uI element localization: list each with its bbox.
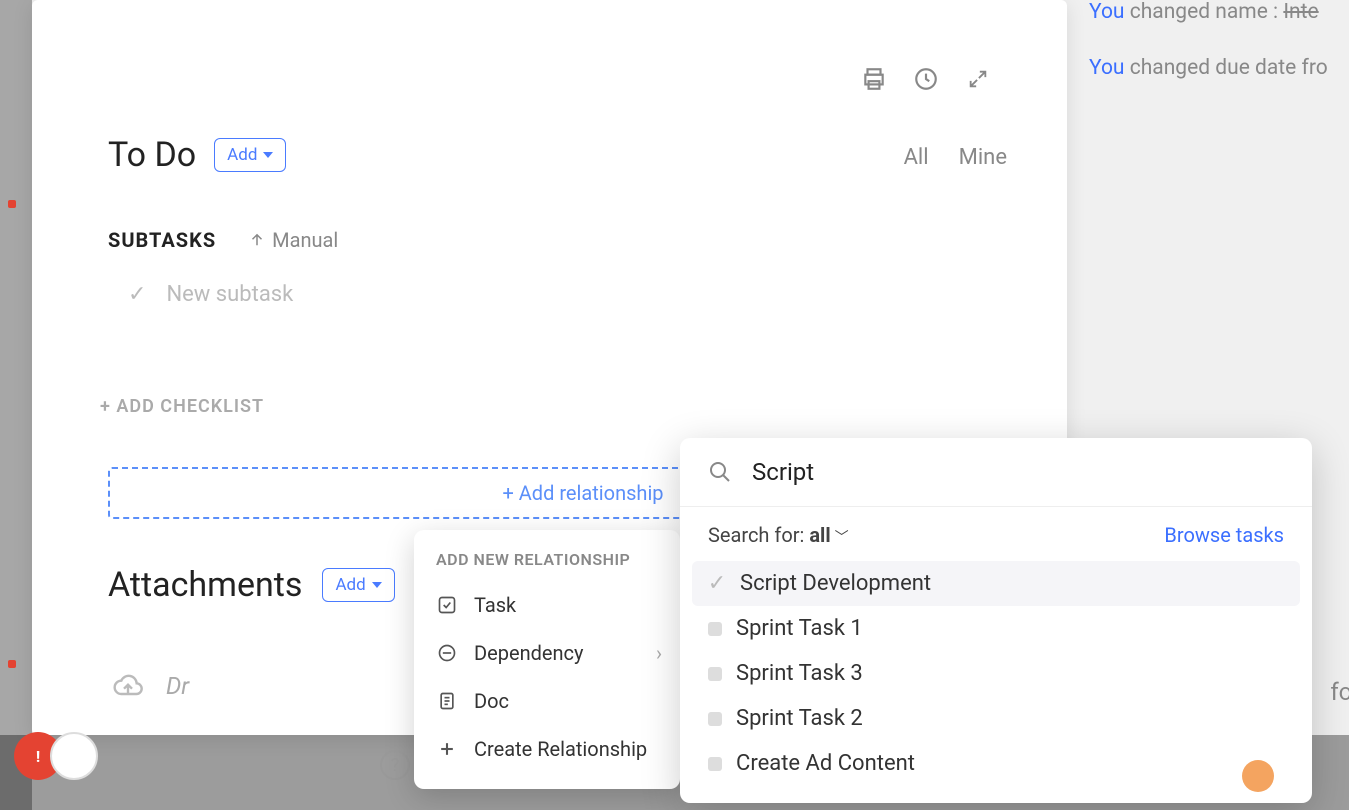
truncated-text: for c bbox=[1330, 678, 1349, 706]
history-icon[interactable] bbox=[912, 65, 940, 93]
status-square-icon bbox=[708, 757, 722, 771]
chevron-right-icon: › bbox=[656, 641, 662, 665]
result-label: Script Development bbox=[740, 571, 931, 596]
plus-icon bbox=[436, 738, 458, 760]
add-relationship-popup: ADD NEW RELATIONSHIP Task Dependency › D… bbox=[414, 530, 680, 789]
search-for-value: all bbox=[809, 523, 830, 547]
popup-item-label: Task bbox=[474, 593, 516, 617]
search-result-item[interactable]: Sprint Task 3 bbox=[692, 651, 1300, 696]
add-checklist-button[interactable]: + ADD CHECKLIST bbox=[100, 396, 264, 417]
task-search-popup: Search for: all ﹀ Browse tasks ✓ Script … bbox=[680, 438, 1312, 803]
search-for-filter[interactable]: Search for: all ﹀ bbox=[708, 523, 849, 547]
section-title: To Do bbox=[108, 135, 196, 175]
attachments-header: Attachments Add bbox=[108, 565, 395, 605]
search-result-item[interactable]: Sprint Task 2 bbox=[692, 696, 1300, 741]
status-square-icon bbox=[708, 622, 722, 636]
check-icon: ✓ bbox=[708, 575, 726, 593]
filter-mine[interactable]: Mine bbox=[959, 145, 1007, 170]
check-icon: ✓ bbox=[128, 282, 146, 307]
attachment-drop-area[interactable]: Dr bbox=[108, 670, 189, 702]
expand-icon[interactable] bbox=[964, 65, 992, 93]
assignee-avatar[interactable] bbox=[1242, 760, 1274, 792]
add-relationship-label: + Add relationship bbox=[502, 481, 663, 505]
search-input-row bbox=[680, 438, 1312, 507]
dependency-icon bbox=[436, 642, 458, 664]
help-icon[interactable]: ? bbox=[380, 750, 410, 780]
popup-item-task[interactable]: Task bbox=[414, 581, 680, 629]
arrow-up-icon bbox=[248, 231, 266, 249]
subtasks-label: SUBTASKS bbox=[108, 228, 216, 252]
result-label: Sprint Task 1 bbox=[736, 616, 863, 641]
cloud-upload-icon bbox=[108, 670, 148, 702]
status-square-icon bbox=[708, 712, 722, 726]
result-label: Create Ad Content bbox=[736, 751, 915, 776]
print-icon[interactable] bbox=[860, 65, 888, 93]
subtasks-header: SUBTASKS Manual bbox=[108, 228, 338, 252]
popup-item-label: Doc bbox=[474, 689, 509, 713]
caret-down-icon bbox=[372, 582, 382, 588]
activity-entry: You changed due date fro bbox=[1089, 56, 1349, 80]
activity-actor[interactable]: You bbox=[1089, 56, 1125, 80]
result-label: Sprint Task 2 bbox=[736, 706, 863, 731]
activity-text: changed due date fro bbox=[1125, 56, 1328, 80]
activity-log: You changed name : Inte You changed due … bbox=[1089, 0, 1349, 112]
chevron-down-icon: ﹀ bbox=[835, 530, 849, 546]
browse-tasks-link[interactable]: Browse tasks bbox=[1164, 523, 1284, 547]
popup-item-label: Dependency bbox=[474, 641, 583, 665]
result-label: Sprint Task 3 bbox=[736, 661, 863, 686]
section-header: To Do Add bbox=[108, 135, 286, 175]
popup-header: ADD NEW RELATIONSHIP bbox=[414, 550, 680, 581]
sidebar-item-dot[interactable] bbox=[8, 660, 16, 668]
attachments-title: Attachments bbox=[108, 565, 302, 605]
sidebar-edge bbox=[0, 0, 32, 810]
drop-text: Dr bbox=[166, 672, 189, 700]
activity-entry: You changed name : Inte bbox=[1089, 0, 1349, 24]
add-button-label: Add bbox=[227, 145, 257, 165]
popup-item-dependency[interactable]: Dependency › bbox=[414, 629, 680, 677]
task-check-icon bbox=[436, 594, 458, 616]
search-result-item[interactable]: ✓ Script Development bbox=[692, 561, 1300, 606]
new-subtask-row[interactable]: ✓ New subtask bbox=[128, 282, 293, 307]
search-for-label: Search for: bbox=[708, 523, 809, 547]
activity-actor[interactable]: You bbox=[1089, 0, 1125, 24]
add-button[interactable]: Add bbox=[214, 138, 286, 172]
caret-down-icon bbox=[263, 152, 273, 158]
status-square-icon bbox=[708, 667, 722, 681]
filter-all[interactable]: All bbox=[904, 145, 929, 170]
popup-item-doc[interactable]: Doc bbox=[414, 677, 680, 725]
add-attachment-button[interactable]: Add bbox=[322, 568, 394, 602]
subtasks-sort-label: Manual bbox=[272, 228, 338, 252]
subtask-placeholder: New subtask bbox=[166, 282, 293, 307]
search-input[interactable] bbox=[752, 458, 1284, 486]
activity-old-value: Inte bbox=[1283, 0, 1318, 24]
doc-icon bbox=[436, 690, 458, 712]
search-result-item[interactable]: Create Ad Content bbox=[692, 741, 1300, 786]
search-icon bbox=[708, 460, 732, 484]
activity-text: changed name : bbox=[1125, 0, 1284, 24]
add-attachment-label: Add bbox=[335, 575, 365, 595]
popup-item-create-relationship[interactable]: Create Relationship bbox=[414, 725, 680, 773]
search-filter-row: Search for: all ﹀ Browse tasks bbox=[680, 507, 1312, 557]
popup-item-label: Create Relationship bbox=[474, 737, 647, 761]
subtasks-sort-button[interactable]: Manual bbox=[248, 228, 338, 252]
user-avatar[interactable] bbox=[50, 732, 98, 780]
search-result-item[interactable]: Sprint Task 1 bbox=[692, 606, 1300, 651]
activity-filter-tabs: All Mine bbox=[904, 145, 1007, 170]
panel-toolbar bbox=[860, 65, 992, 93]
search-results: ✓ Script Development Sprint Task 1 Sprin… bbox=[680, 557, 1312, 786]
sidebar-item-dot[interactable] bbox=[8, 200, 16, 208]
